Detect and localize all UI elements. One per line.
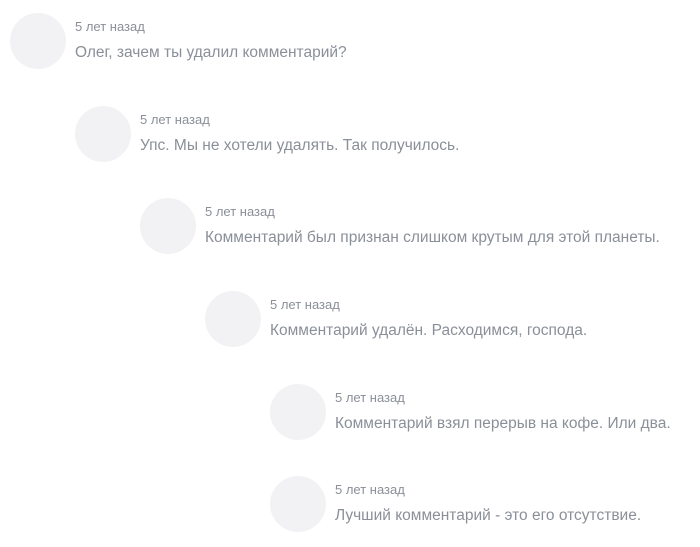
- comment-timestamp: 5 лет назад: [335, 390, 405, 405]
- avatar[interactable]: [270, 384, 326, 440]
- comment-text: Комментарий взял перерыв на кофе. Или дв…: [335, 415, 671, 432]
- avatar[interactable]: [205, 291, 261, 347]
- comment-text: Комментарий был признан слишком крутым д…: [205, 229, 660, 246]
- comment-text: Упс. Мы не хотели удалять. Так получилос…: [140, 137, 460, 154]
- comment-thread: 5 лет назад Олег, зачем ты удалил коммен…: [0, 0, 700, 547]
- avatar[interactable]: [270, 476, 326, 532]
- comment-timestamp: 5 лет назад: [75, 19, 145, 34]
- comment-text: Комментарий удалён. Расходимся, господа.: [270, 322, 588, 339]
- comment-timestamp: 5 лет назад: [205, 204, 275, 219]
- avatar[interactable]: [75, 106, 131, 162]
- comment-text: Лучший комментарий - это его отсутствие.: [335, 507, 642, 524]
- avatar[interactable]: [10, 13, 66, 69]
- comment-text: Олег, зачем ты удалил комментарий?: [75, 44, 347, 61]
- comment-timestamp: 5 лет назад: [335, 482, 405, 497]
- comment-timestamp: 5 лет назад: [140, 112, 210, 127]
- avatar[interactable]: [140, 198, 196, 254]
- comment-timestamp: 5 лет назад: [270, 297, 340, 312]
